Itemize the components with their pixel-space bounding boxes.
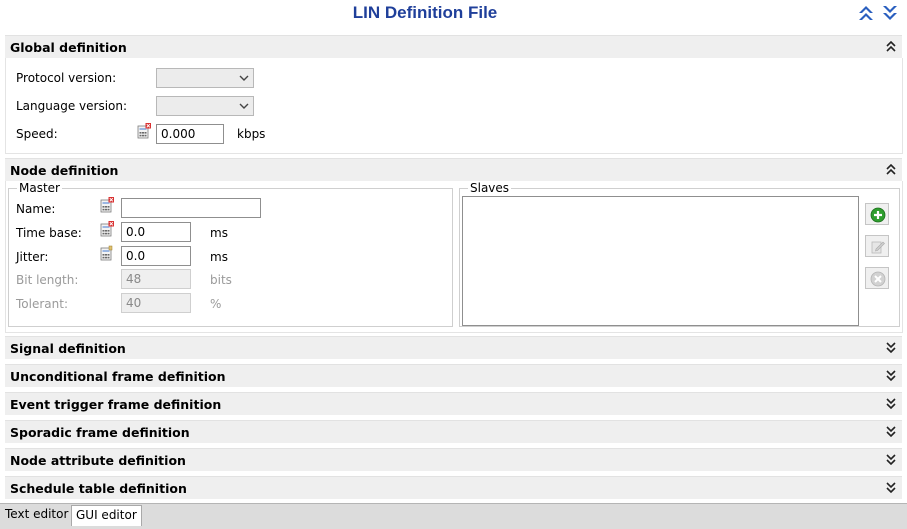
add-icon	[870, 207, 886, 223]
section-header-node-definition[interactable]: Node definition	[5, 158, 902, 181]
tolerant-input: 40	[121, 293, 191, 313]
section-title: Schedule table definition	[10, 481, 187, 496]
double-chevron-down-icon[interactable]	[880, 3, 900, 23]
edit-icon	[871, 241, 885, 254]
expand-section-icon[interactable]	[886, 482, 896, 493]
speed-unit: kbps	[237, 127, 266, 141]
slaves-list[interactable]	[462, 196, 859, 326]
time-base-input[interactable]: 0.0	[121, 222, 191, 242]
tab-gui-editor[interactable]: GUI editor	[71, 505, 142, 526]
name-input[interactable]	[121, 198, 261, 218]
calculator-icon[interactable]	[100, 197, 114, 213]
calculator-icon[interactable]	[100, 221, 114, 237]
global-definition-body: Protocol version: Language version: Spee…	[5, 58, 903, 154]
add-slave-button[interactable]	[865, 203, 889, 225]
protocol-version-label: Protocol version:	[16, 71, 117, 85]
jitter-unit: ms	[210, 250, 228, 264]
section-header-schedule-table-definition[interactable]: Schedule table definition	[5, 476, 902, 499]
section-title: Node attribute definition	[10, 453, 186, 468]
delete-icon	[870, 271, 886, 287]
collapse-section-icon[interactable]	[886, 164, 896, 175]
page-title: LIN Definition File	[352, 3, 498, 22]
section-title: Unconditional frame definition	[10, 369, 226, 384]
section-title: Sporadic frame definition	[10, 425, 190, 440]
name-label: Name:	[16, 202, 56, 216]
section-header-node-attribute-definition[interactable]: Node attribute definition	[5, 448, 902, 471]
expand-section-icon[interactable]	[886, 398, 896, 409]
tolerant-label: Tolerant:	[16, 297, 68, 311]
language-version-select[interactable]	[156, 96, 254, 116]
section-header-signal-definition[interactable]: Signal definition	[5, 336, 902, 359]
section-header-unconditional-frame-definition[interactable]: Unconditional frame definition	[5, 364, 902, 387]
collapse-section-icon[interactable]	[886, 41, 896, 52]
bit-length-label: Bit length:	[16, 273, 79, 287]
title-bar: LIN Definition File	[0, 0, 907, 28]
bit-length-unit: bits	[210, 273, 232, 287]
language-version-label: Language version:	[16, 99, 128, 113]
chevron-down-icon	[239, 102, 249, 110]
bit-length-input: 48	[121, 269, 191, 289]
node-definition-body: Master Name: Time base: 0.0 ms Jitter: 0…	[5, 181, 903, 333]
chevron-down-icon	[239, 74, 249, 82]
section-title: Event trigger frame definition	[10, 397, 222, 412]
edit-slave-button[interactable]	[865, 235, 889, 257]
editor-tabs: Text editor GUI editor	[0, 503, 907, 529]
delete-slave-button[interactable]	[865, 267, 889, 289]
slaves-group-label: Slaves	[468, 181, 512, 195]
jitter-label: Jitter:	[16, 250, 49, 264]
protocol-version-select[interactable]	[156, 68, 254, 88]
double-chevron-up-icon[interactable]	[856, 3, 876, 23]
tab-text-editor[interactable]: Text editor	[1, 505, 72, 526]
expand-section-icon[interactable]	[886, 454, 896, 465]
section-header-global-definition[interactable]: Global definition	[5, 35, 902, 58]
slaves-group: Slaves	[459, 181, 900, 327]
calculator-icon[interactable]	[100, 245, 114, 261]
section-title: Global definition	[10, 40, 127, 55]
speed-input[interactable]: 0.000	[156, 124, 224, 144]
expand-section-icon[interactable]	[886, 370, 896, 381]
tolerant-unit: %	[210, 297, 222, 311]
section-title: Node definition	[10, 163, 119, 178]
time-base-unit: ms	[210, 226, 228, 240]
calculator-icon[interactable]	[137, 123, 151, 139]
expand-section-icon[interactable]	[886, 342, 896, 353]
section-header-event-trigger-frame-definition[interactable]: Event trigger frame definition	[5, 392, 902, 415]
master-group-label: Master	[17, 181, 62, 195]
time-base-label: Time base:	[16, 226, 82, 240]
speed-label: Speed:	[16, 127, 58, 141]
section-header-sporadic-frame-definition[interactable]: Sporadic frame definition	[5, 420, 902, 443]
master-group: Master Name: Time base: 0.0 ms Jitter: 0…	[8, 181, 453, 327]
expand-section-icon[interactable]	[886, 426, 896, 437]
section-title: Signal definition	[10, 341, 126, 356]
jitter-input[interactable]: 0.0	[121, 246, 191, 266]
